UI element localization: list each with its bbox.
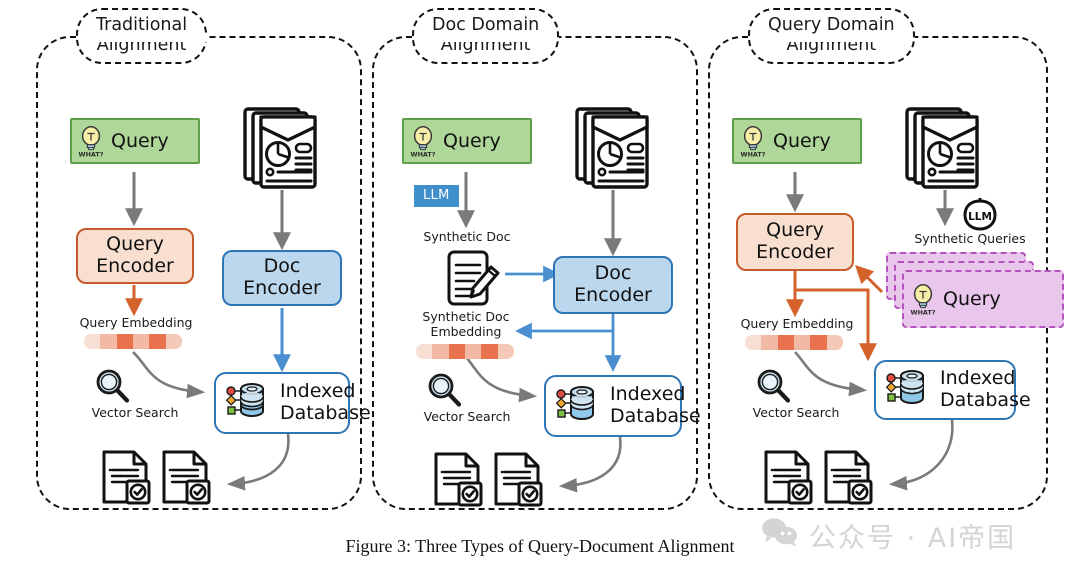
query-encoder-line2: Encoder <box>96 255 174 277</box>
watermark-text: 公众号 · AI帝国 <box>809 523 1017 554</box>
synthetic-doc-embedding-label: Synthetic Doc Embedding <box>410 309 522 339</box>
synthetic-query-card-front[interactable]: WHAT? Query <box>902 270 1064 328</box>
query-encoder-box[interactable]: Query Encoder <box>736 213 854 271</box>
embedding-label-line1: Synthetic Doc <box>422 309 510 324</box>
query-encoder-line1: Query <box>766 219 824 242</box>
synthetic-queries-stack: WHAT? Query <box>886 252 1064 328</box>
database-line2: Database <box>940 389 1031 411</box>
lightbulb-what-icon: WHAT? <box>78 124 104 159</box>
query-encoder-line2: Encoder <box>756 241 834 263</box>
indexed-database-box[interactable]: Indexed Database <box>544 375 701 437</box>
watermark: 公众号 · AI帝国 <box>760 516 1016 555</box>
verified-documents-icon <box>100 448 220 510</box>
svg-text:WHAT?: WHAT? <box>79 151 104 158</box>
document-pencil-icon <box>443 248 505 314</box>
synthetic-queries-label: Synthetic Queries <box>914 231 1026 246</box>
synthetic-doc-embedding-bar <box>416 344 514 359</box>
indexed-database-box[interactable]: Indexed Database <box>874 360 1031 420</box>
query-embedding-label: Query Embedding <box>79 315 193 330</box>
query-box[interactable]: WHAT? Query <box>402 118 532 164</box>
verified-documents-icon <box>762 448 882 510</box>
svg-text:WHAT?: WHAT? <box>741 151 766 158</box>
database-cylinder-icon <box>555 380 601 432</box>
lightbulb-what-icon: WHAT? <box>740 124 766 159</box>
verified-documents-icon <box>432 450 552 512</box>
doc-encoder-line1: Doc <box>594 262 632 285</box>
figure-3-diagram: Traditional Alignment WHAT? Query Query … <box>0 0 1080 574</box>
panel-title-line1: Query Domain <box>768 15 895 35</box>
indexed-database-box[interactable]: Indexed Database <box>214 372 371 434</box>
llm-badge[interactable]: LLM <box>414 185 459 207</box>
svg-text:LLM: LLM <box>968 211 992 223</box>
database-cylinder-icon <box>885 364 931 416</box>
database-line2: Database <box>280 402 371 424</box>
panel-title-line1: Traditional <box>96 15 188 35</box>
database-line1: Indexed <box>610 383 686 406</box>
panel-title-mask <box>762 36 880 42</box>
synthetic-query-label: Query <box>943 288 1001 310</box>
query-box[interactable]: WHAT? Query <box>70 118 200 164</box>
document-stack-icon <box>572 102 660 194</box>
query-label: Query <box>773 130 831 152</box>
query-embedding-bar <box>745 335 843 350</box>
lightbulb-what-icon: WHAT? <box>410 124 436 159</box>
synthetic-doc-label: Synthetic Doc <box>423 229 511 244</box>
document-stack-icon <box>240 102 328 194</box>
panel-title-mask <box>426 36 544 42</box>
query-encoder-box[interactable]: Query Encoder <box>76 228 194 284</box>
doc-encoder-line2: Encoder <box>243 277 321 299</box>
document-stack-icon <box>902 102 990 194</box>
embedding-label-line2: Embedding <box>430 323 502 339</box>
svg-text:WHAT?: WHAT? <box>911 309 936 316</box>
query-embedding-label: Query Embedding <box>740 316 854 331</box>
doc-encoder-line2: Encoder <box>574 284 652 306</box>
query-embedding-bar <box>84 334 182 349</box>
doc-encoder-box[interactable]: Doc Encoder <box>222 250 342 306</box>
database-line1: Indexed <box>940 367 1016 390</box>
doc-encoder-box[interactable]: Doc Encoder <box>553 256 673 314</box>
svg-text:WHAT?: WHAT? <box>411 151 436 158</box>
panel-title-mask <box>90 36 208 42</box>
database-cylinder-icon <box>225 377 271 429</box>
lightbulb-what-icon: WHAT? <box>910 282 936 317</box>
vector-search-label: Vector Search <box>91 405 179 420</box>
vector-search-label: Vector Search <box>752 405 840 420</box>
database-line2: Database <box>610 405 701 427</box>
query-label: Query <box>111 130 169 152</box>
doc-encoder-line1: Doc <box>263 255 301 278</box>
query-box[interactable]: WHAT? Query <box>732 118 862 164</box>
query-encoder-line1: Query <box>106 233 164 256</box>
vector-search-label: Vector Search <box>423 409 511 424</box>
query-label: Query <box>443 130 501 152</box>
wechat-icon <box>760 517 800 554</box>
panel-title-line1: Doc Domain <box>432 15 540 35</box>
database-line1: Indexed <box>280 380 356 403</box>
